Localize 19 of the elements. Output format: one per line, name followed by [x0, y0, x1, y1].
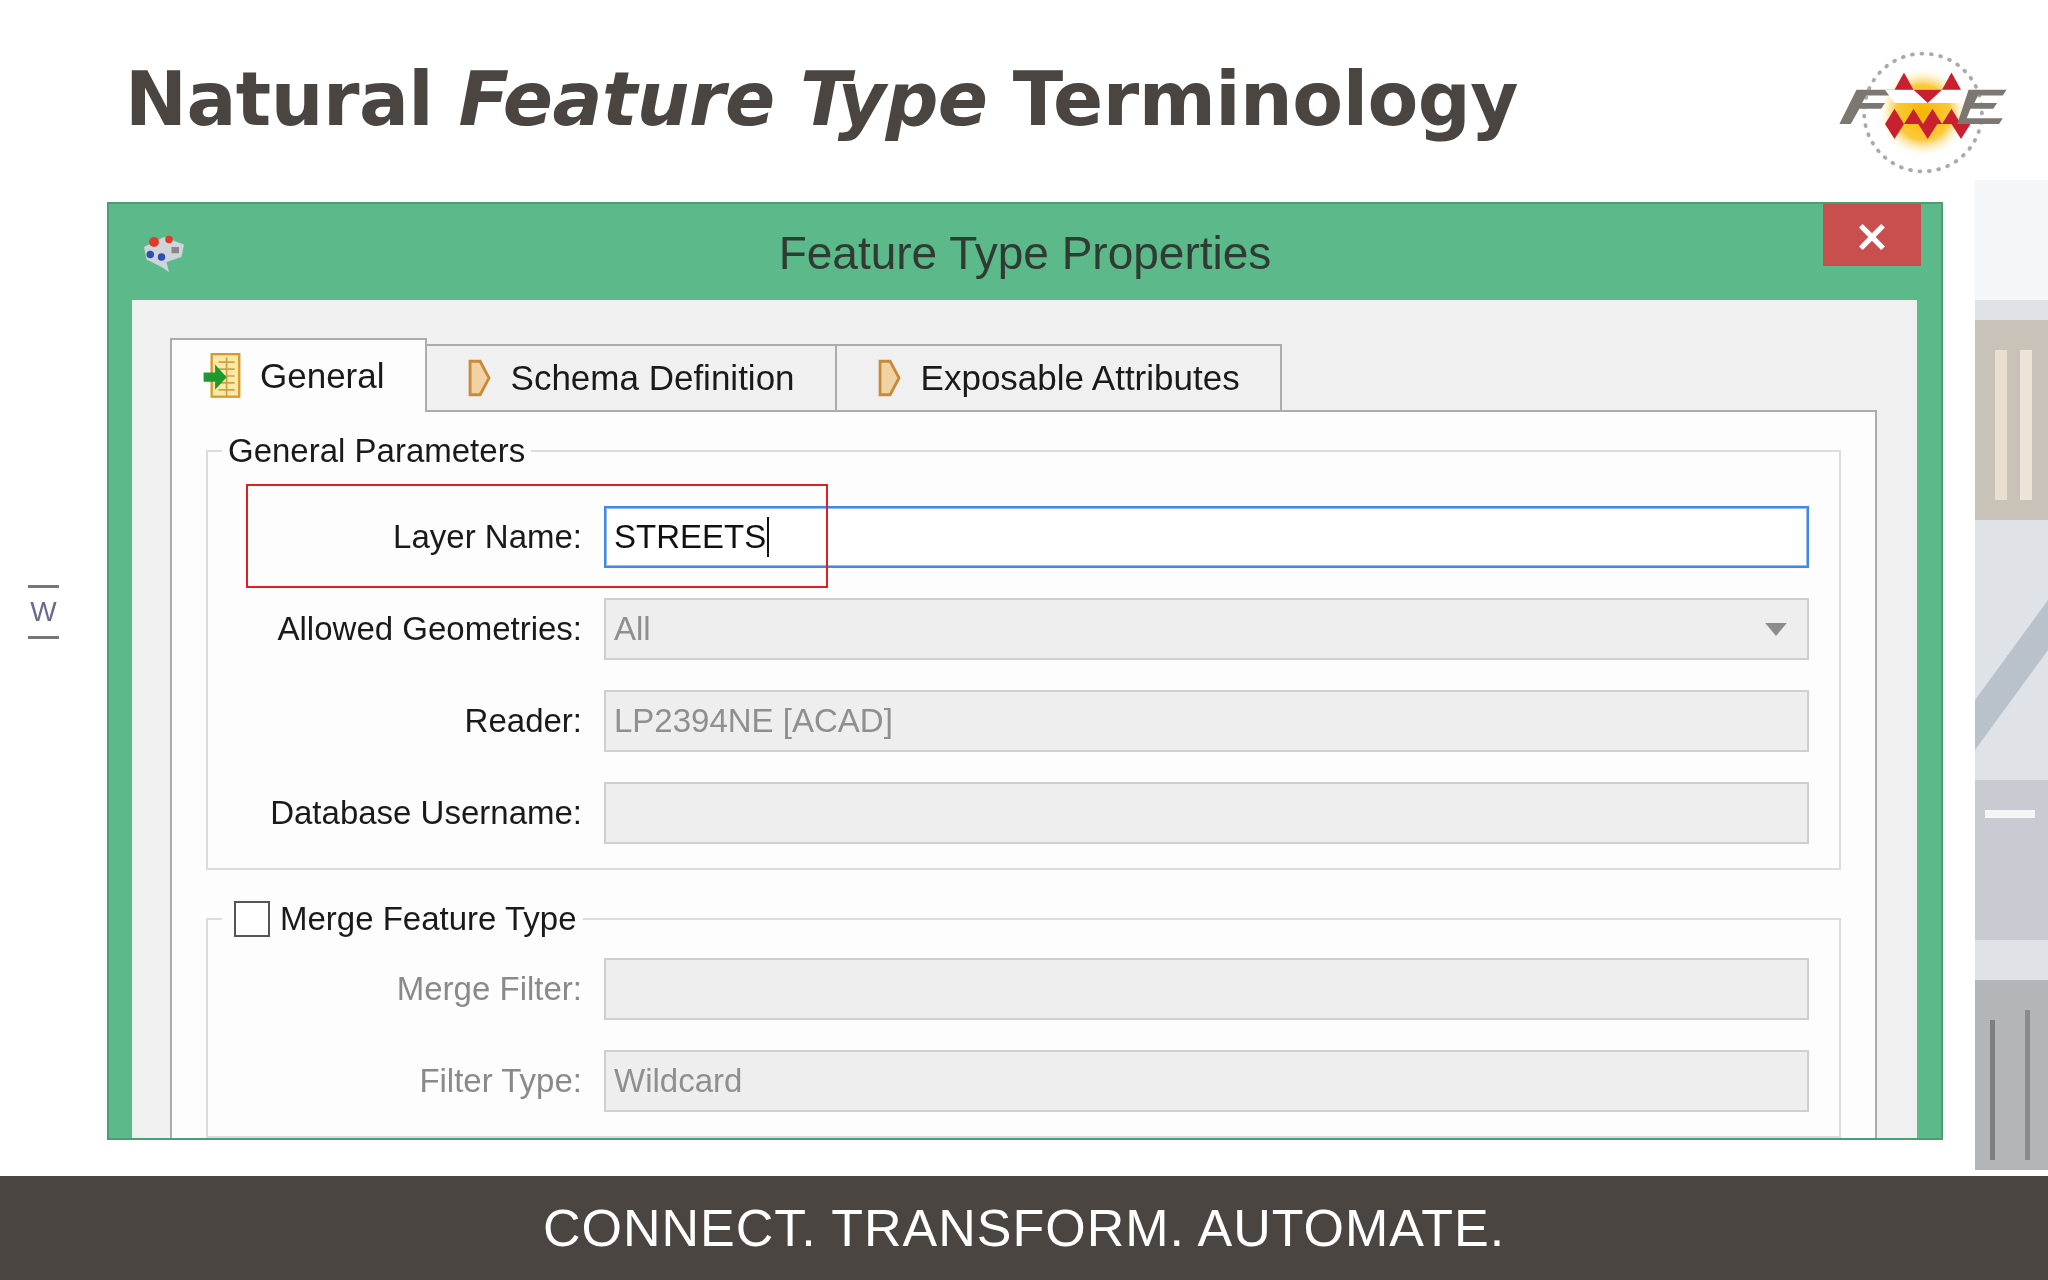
- close-button[interactable]: ×: [1823, 204, 1921, 266]
- group-title: General Parameters: [227, 432, 527, 470]
- input-field[interactable]: STREETS: [604, 506, 1809, 568]
- field-label: Database Username:: [269, 794, 582, 832]
- field-label: Filter Type:: [418, 1062, 582, 1100]
- caret-icon: [1765, 622, 1787, 636]
- checkbox[interactable]: [234, 901, 270, 937]
- window-title: Feature Type Properties: [778, 226, 1272, 280]
- field-label: Merge Filter:: [395, 970, 582, 1008]
- checkbox-label[interactable]: Merge Feature Type: [280, 900, 577, 938]
- field-label: Allowed Geometries:: [276, 610, 582, 648]
- tab[interactable]: General: [170, 338, 427, 412]
- slide-title: Natural Feature Type Terminology: [125, 56, 1519, 142]
- table-arrow-icon: [202, 353, 242, 399]
- side-letter: W: [28, 585, 59, 639]
- tagline: CONNECT. TRANSFORM. AUTOMATE.: [542, 1198, 1506, 1258]
- tab[interactable]: Exposable Attributes: [834, 344, 1282, 410]
- field-label: Layer Name:: [392, 518, 582, 556]
- field-label: Reader:: [463, 702, 582, 740]
